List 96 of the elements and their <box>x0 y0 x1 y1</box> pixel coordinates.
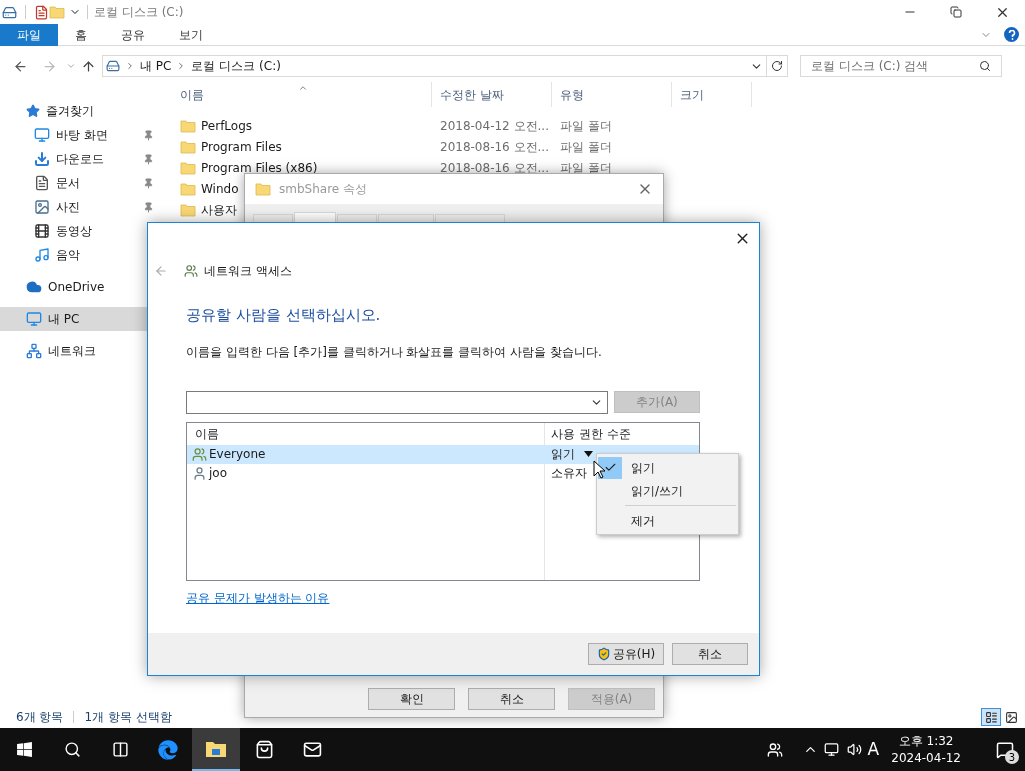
refresh-icon[interactable] <box>771 60 783 72</box>
status-text: 1개 항목 선택함 <box>84 709 172 726</box>
ribbon-tab[interactable]: 파일 <box>0 23 58 46</box>
sidebar-item[interactable]: 다운로드 <box>0 147 160 171</box>
breadcrumb[interactable]: 로컬 디스크 (C:) <box>191 57 281 75</box>
file-type: 파일 폴더 <box>560 139 612 154</box>
sidebar-item[interactable]: 바탕 화면 <box>0 123 160 147</box>
address-bar[interactable]: 내 PC 로컬 디스크 (C:) <box>102 55 788 77</box>
drive-icon <box>106 59 120 73</box>
thumbnail-view-icon <box>1004 710 1018 724</box>
ribbon-tab[interactable]: 보기 <box>162 23 220 46</box>
file-name[interactable]: Program Files (x86) <box>201 158 318 177</box>
name-combo-box[interactable] <box>186 390 608 414</box>
windows-logo-icon <box>15 741 33 758</box>
column-header[interactable]: 이름 <box>180 85 204 104</box>
action-center-button[interactable]: 3 <box>985 728 1025 771</box>
user-name: joo <box>209 465 228 482</box>
desktop-icon <box>34 127 50 143</box>
document-icon <box>34 175 50 191</box>
window-title: 로컬 디스크 (C:) <box>94 4 184 21</box>
search-icon <box>979 60 991 72</box>
permission-level[interactable]: 소유자 <box>545 464 587 482</box>
search-field[interactable]: 로컬 디스크 (C:) 검색 <box>800 55 1002 77</box>
column-header[interactable]: 크기 <box>680 85 704 104</box>
notification-badge: 3 <box>1005 750 1019 764</box>
people-icon <box>184 264 198 278</box>
dialog-button[interactable]: 확인 <box>368 688 455 710</box>
download-icon <box>34 151 50 167</box>
volume-icon[interactable] <box>846 742 862 757</box>
file-name[interactable]: 사용자 <box>201 200 237 219</box>
user-name: Everyone <box>209 446 266 463</box>
column-header[interactable]: 유형 <box>560 85 584 104</box>
dialog-button[interactable]: 공유(H) <box>588 643 664 665</box>
back-button[interactable] <box>13 58 28 74</box>
network-icon <box>26 343 42 359</box>
folder-icon <box>180 117 196 134</box>
permission-level[interactable]: 읽기 <box>545 445 575 463</box>
dropdown-icon[interactable] <box>584 451 593 457</box>
music-icon <box>34 247 50 263</box>
sidebar-item[interactable]: 사진 <box>0 195 160 219</box>
status-text: 6개 항목 <box>16 709 64 726</box>
sidebar-item[interactable]: OneDrive <box>0 275 160 299</box>
file-name[interactable]: PerfLogs <box>201 116 253 135</box>
dialog-heading: 공유할 사람을 선택하십시오. <box>186 305 382 326</box>
up-button[interactable] <box>81 58 96 74</box>
new-folder-icon <box>49 4 65 20</box>
network-icon[interactable] <box>823 742 839 757</box>
help-icon[interactable] <box>1004 27 1019 42</box>
cursor-icon <box>593 460 606 479</box>
star-icon <box>26 104 40 118</box>
dialog-button[interactable]: 취소 <box>672 643 748 665</box>
file-name[interactable]: Windo <box>201 179 239 198</box>
breadcrumb-separator-icon <box>125 61 135 71</box>
file-type: 파일 폴더 <box>560 118 612 133</box>
menu-item[interactable]: 읽기/쓰기 <box>597 479 738 502</box>
sidebar-item[interactable]: 문서 <box>0 171 160 195</box>
sidebar-item[interactable]: 즐겨찾기 <box>0 99 160 123</box>
modified-date: 2018-08-16 오전... <box>440 139 549 154</box>
instruction-text: 이름을 입력한 다음 [추가]를 클릭하거나 화살표를 클릭하여 사람을 찾습니다. <box>186 343 603 361</box>
modified-date: 2018-08-16 오전... <box>440 160 549 175</box>
clock[interactable]: 오후 1:32 2024-04-12 <box>891 732 961 767</box>
column-header[interactable]: 수정한 날짜 <box>440 85 504 104</box>
column-header[interactable]: 이름 <box>187 424 545 443</box>
cloud-icon <box>26 279 42 295</box>
sidebar-item[interactable]: 동영상 <box>0 219 160 243</box>
dialog-button[interactable]: 취소 <box>468 688 555 710</box>
sort-indicator-icon <box>298 83 308 93</box>
breadcrumb[interactable]: 내 PC <box>140 57 172 75</box>
dialog-title: 네트워크 액세스 <box>204 263 292 280</box>
folder-icon <box>180 180 196 197</box>
properties-icon[interactable] <box>34 4 49 20</box>
computer-icon <box>26 311 42 327</box>
people-icon[interactable] <box>766 741 783 758</box>
file-name[interactable]: Program Files <box>201 137 282 156</box>
modified-date: 2018-04-12 오전... <box>440 118 549 133</box>
restore-icon <box>950 6 962 18</box>
help-link[interactable]: 공유 문제가 발생하는 이유 <box>186 590 330 605</box>
details-view-button[interactable] <box>981 708 1001 726</box>
menu-item[interactable]: 제거 <box>597 509 738 532</box>
folder-icon[interactable] <box>192 728 240 771</box>
column-header[interactable]: 사용 권한 수준 <box>545 424 631 443</box>
details-view-icon <box>984 710 998 724</box>
film-icon <box>34 223 50 239</box>
dialog-title: smbShare 속성 <box>279 181 367 198</box>
sidebar-item[interactable]: 음악 <box>0 243 160 267</box>
folder-icon <box>180 138 196 155</box>
sidebar-item[interactable]: 네트워크 <box>0 339 160 363</box>
drive-icon <box>2 4 17 20</box>
picture-icon <box>34 199 50 215</box>
ribbon-tab[interactable]: 홈 <box>58 23 104 46</box>
folder-icon <box>180 159 196 176</box>
folder-icon <box>255 181 271 197</box>
folder-icon <box>180 201 196 218</box>
ribbon-tab[interactable]: 공유 <box>104 23 162 46</box>
input-method-indicator[interactable]: A <box>867 736 880 763</box>
file-type: 파일 폴더 <box>560 160 612 175</box>
